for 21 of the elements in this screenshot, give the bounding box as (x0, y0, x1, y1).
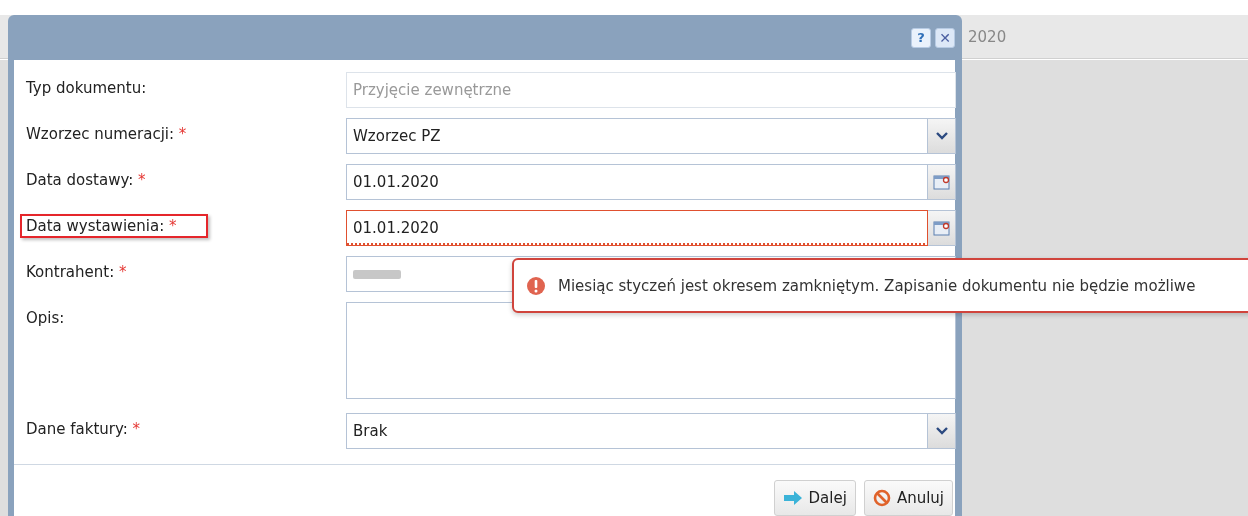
calendar-icon[interactable] (932, 220, 951, 236)
field-label: Typ dokumentu: (25, 78, 148, 99)
error-message: Miesiąc styczeń jest okresem zamkniętym. Zapisanie dokumentu nie będzie możliwe (558, 276, 1196, 295)
field-label: Data dostawy: * (25, 170, 147, 191)
field-label: Wzorzec numeracji: * (25, 124, 188, 145)
close-button[interactable]: ✕ (935, 27, 955, 48)
field-label: Kontrahent: * (25, 262, 128, 283)
arrow-right-icon (782, 490, 803, 506)
cancel-button[interactable]: Anuluj (863, 480, 953, 516)
blurred-text (353, 268, 401, 280)
field-label: Dane faktury: * (25, 419, 142, 440)
chevron-down-icon (935, 132, 948, 140)
field-label: Data wystawienia: * (20, 214, 209, 238)
error-icon (526, 275, 546, 296)
field-label: Opis: (25, 308, 66, 329)
chevron-down-icon (935, 427, 948, 435)
prohibited-icon (872, 489, 891, 507)
help-button[interactable]: ? (911, 27, 931, 48)
next-button[interactable]: Dalej (773, 480, 856, 516)
header-text: 2020 (968, 27, 1007, 46)
calendar-icon[interactable] (932, 174, 951, 190)
